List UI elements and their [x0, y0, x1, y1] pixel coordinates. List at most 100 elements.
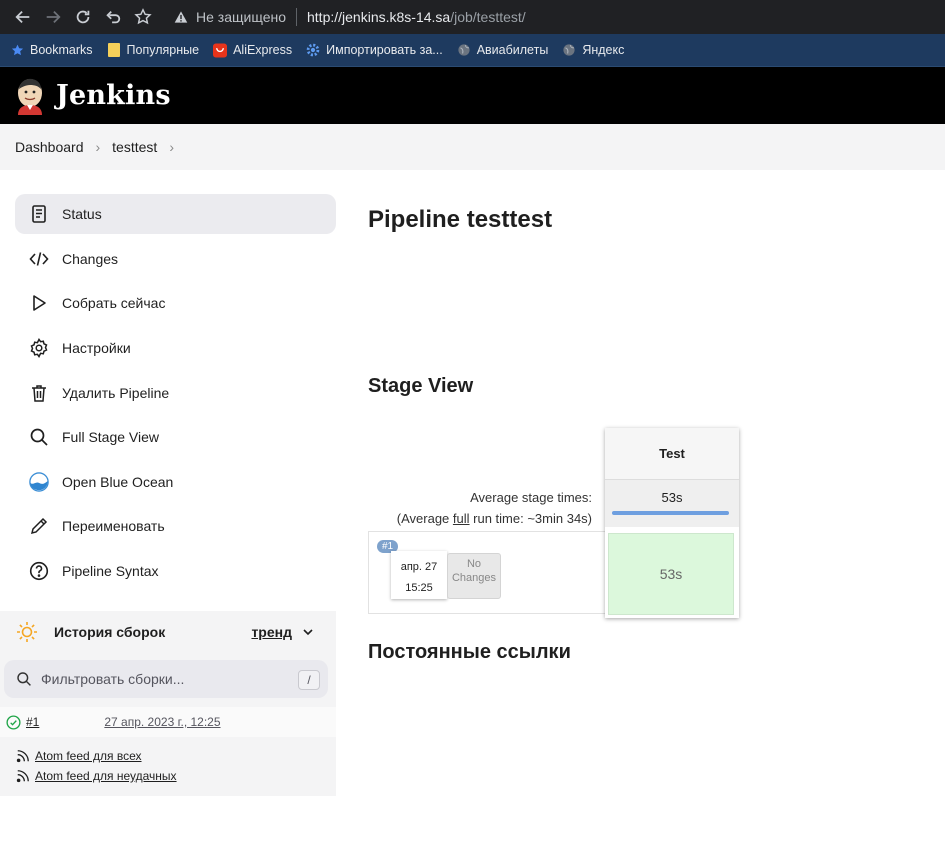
run-date: апр. 27: [400, 561, 438, 573]
sun-icon: [16, 621, 38, 643]
bookmark-label: Bookmarks: [30, 43, 93, 57]
atom-feed-all[interactable]: Atom feed для всех: [16, 749, 142, 763]
shortcut-key-badge: /: [298, 670, 320, 690]
changes-line1: No: [466, 558, 482, 570]
sidebar-item-label: Собрать сейчас: [62, 295, 166, 311]
pencil-icon: [29, 516, 49, 536]
stage-column-test: Test 53s 53s: [605, 428, 739, 618]
sidebar-item-label: Status: [62, 206, 102, 222]
bookmark-label: Авиабилеты: [476, 43, 549, 57]
sidebar-item-full-stage-view[interactable]: Full Stage View: [15, 417, 336, 457]
avg-stage-times-label: Average stage times:: [470, 490, 592, 505]
bookmark-yandex[interactable]: Яндекс: [562, 43, 624, 57]
jenkins-logo-icon[interactable]: [14, 77, 46, 115]
run-date-box: апр. 27 15:25: [391, 551, 447, 599]
sidebar-item-label: Переименовать: [62, 518, 165, 534]
jenkins-header: Jenkins: [0, 67, 945, 124]
chevron-down-icon[interactable]: [302, 626, 314, 638]
build-date-link[interactable]: 27 апр. 2023 г., 12:25: [104, 715, 220, 729]
help-icon: [29, 561, 49, 581]
sidebar-item-pipeline-syntax[interactable]: Pipeline Syntax: [15, 551, 336, 591]
security-label: Не защищено: [196, 9, 286, 25]
sidebar-item-settings[interactable]: Настройки: [15, 328, 336, 368]
gear-icon: [29, 338, 49, 358]
build-history-panel: История сборок тренд Фильтровать сборки.…: [0, 611, 336, 796]
browser-toolbar: Не защищено http://jenkins.k8s-14.sa /jo…: [0, 0, 945, 34]
build-row[interactable]: #1 27 апр. 2023 г., 12:25: [0, 707, 336, 737]
rss-icon: [16, 749, 30, 763]
stage-view-title: Stage View: [368, 375, 474, 397]
bookmark-avia[interactable]: Авиабилеты: [457, 43, 549, 57]
sidebar-item-status[interactable]: Status: [15, 194, 336, 234]
search-icon: [16, 671, 32, 687]
atom-feed-failed[interactable]: Atom feed для неудачных: [16, 769, 177, 783]
sidebar-item-label: Changes: [62, 251, 119, 267]
undo-icon[interactable]: [98, 2, 128, 32]
bookmark-label: AliExpress: [233, 43, 293, 57]
build-number-link[interactable]: #1: [26, 715, 39, 729]
bookmark-popular[interactable]: Популярные: [107, 43, 200, 57]
chevron-right-icon[interactable]: ›: [169, 139, 174, 155]
play-icon: [29, 293, 49, 313]
url-host: http://jenkins.k8s-14.sa: [307, 9, 451, 25]
sidebar-item-label: Удалить Pipeline: [62, 385, 170, 401]
sidebar-item-label: Настройки: [62, 340, 131, 356]
star-icon: [10, 43, 24, 57]
forward-icon[interactable]: [38, 2, 68, 32]
code-icon: [29, 249, 49, 269]
bookmarks-bar: Bookmarks Популярные AliExpress Импортир…: [0, 34, 945, 67]
sidebar-item-changes[interactable]: Changes: [15, 239, 336, 279]
success-check-icon: [6, 714, 21, 730]
warning-icon: [174, 10, 188, 24]
address-divider: [296, 8, 297, 26]
run-changes-box[interactable]: No Changes: [447, 553, 501, 599]
bookmark-star-icon[interactable]: [128, 2, 158, 32]
rss-icon: [16, 769, 30, 783]
stage-run-cell[interactable]: 53s: [608, 533, 734, 615]
atom-feed-all-link[interactable]: Atom feed для всех: [35, 749, 142, 763]
sidebar-item-rename[interactable]: Переименовать: [15, 506, 336, 546]
stage-average-cell: 53s: [605, 480, 739, 527]
filter-builds-input[interactable]: Фильтровать сборки... /: [4, 660, 328, 698]
address-bar[interactable]: Не защищено http://jenkins.k8s-14.sa /jo…: [166, 3, 939, 31]
breadcrumb-job[interactable]: testtest: [112, 139, 157, 155]
breadcrumb-dashboard[interactable]: Dashboard: [15, 139, 84, 155]
trend-label: тренд: [251, 624, 292, 640]
sidebar-item-build-now[interactable]: Собрать сейчас: [15, 283, 336, 323]
sidebar-item-label: Pipeline Syntax: [62, 563, 159, 579]
sidebar-item-label: Full Stage View: [62, 429, 160, 445]
run-row[interactable]: #1 апр. 27 15:25 No Changes: [368, 531, 606, 614]
page-title: Pipeline testtest: [368, 206, 553, 233]
avg-run-suffix: run time: ~3min 34s): [469, 511, 592, 526]
back-icon[interactable]: [8, 2, 38, 32]
folder-icon: [107, 43, 121, 57]
trash-icon: [29, 383, 49, 403]
blue-ocean-icon: [29, 472, 49, 492]
changes-line2: Changes: [451, 572, 497, 584]
gear-icon: [306, 43, 320, 57]
bookmark-label: Популярные: [126, 43, 200, 57]
reload-icon[interactable]: [68, 2, 98, 32]
globe-icon: [562, 43, 576, 57]
avg-run-full-link[interactable]: full: [453, 511, 470, 526]
chevron-right-icon[interactable]: ›: [96, 139, 101, 155]
avg-run-prefix: (Average: [396, 511, 453, 526]
trend-link[interactable]: тренд: [251, 624, 314, 640]
jenkins-title[interactable]: Jenkins: [56, 80, 171, 111]
sidebar-item-blue-ocean[interactable]: Open Blue Ocean: [15, 462, 336, 502]
stage-average-bar: [612, 511, 729, 515]
sidebar-item-delete[interactable]: Удалить Pipeline: [15, 373, 336, 413]
filter-placeholder: Фильтровать сборки...: [41, 671, 185, 687]
bookmark-label: Яндекс: [582, 43, 625, 57]
stage-header: Test: [605, 428, 739, 480]
bookmark-aliexpress[interactable]: AliExpress: [213, 43, 292, 57]
bookmark-bookmarks[interactable]: Bookmarks: [10, 43, 93, 57]
avg-run-time-label: (Average full run time: ~3min 34s): [397, 511, 592, 526]
build-history-title: История сборок: [54, 624, 166, 640]
run-time: 15:25: [405, 582, 433, 594]
bookmark-import[interactable]: Импортировать за...: [306, 43, 443, 57]
url-path: /job/testtest/: [450, 9, 526, 25]
search-icon: [29, 427, 49, 447]
breadcrumb: Dashboard › testtest ›: [0, 124, 945, 170]
atom-feed-failed-link[interactable]: Atom feed для неудачных: [35, 769, 177, 783]
